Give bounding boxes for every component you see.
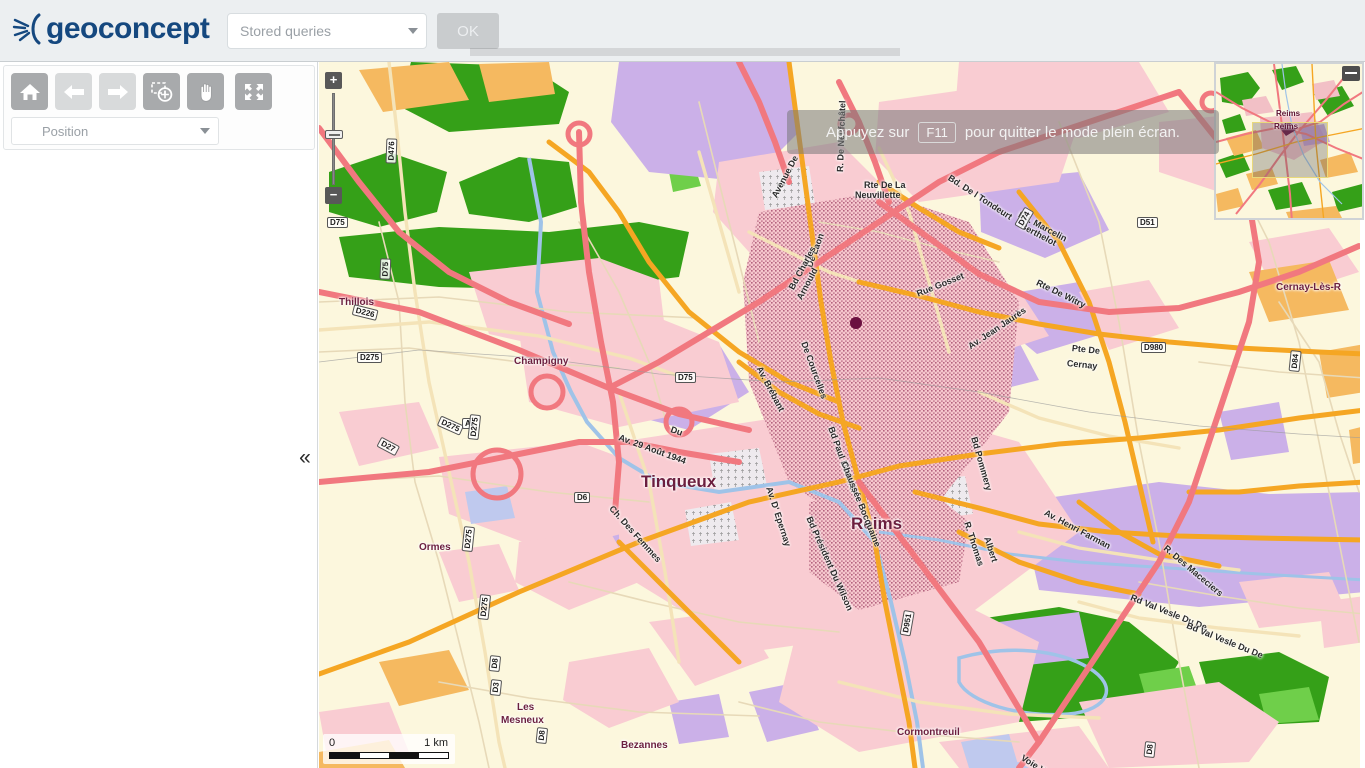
zoom-rectangle-button[interactable] (143, 73, 180, 110)
overview-minimap[interactable]: Reims Reims (1214, 62, 1364, 220)
position-placeholder: Position (42, 123, 89, 139)
fullscreen-exit-banner: Appuyez sur F11 pour quitter le mode ple… (787, 110, 1219, 154)
geoconcept-map-application: geoconcept Stored queries OK Position « … (0, 0, 1365, 768)
zoom-rectangle-icon (150, 81, 172, 102)
stored-queries-placeholder: Stored queries (240, 23, 332, 39)
stored-queries-select[interactable]: Stored queries (227, 13, 427, 49)
header-drop-shadow (470, 48, 900, 56)
chevron-down-icon (200, 128, 210, 134)
map-graphics (319, 62, 1365, 768)
back-button[interactable] (55, 73, 92, 110)
home-icon (19, 83, 40, 100)
scale-segments (329, 752, 449, 759)
brand-name: geoconcept (46, 12, 210, 45)
minimap-label-1: Reims (1274, 122, 1299, 131)
scale-min-label: 0 (329, 737, 336, 749)
zoom-slider-thumb[interactable] (325, 130, 343, 139)
minimap-label-0: Reims (1276, 109, 1301, 118)
panel-collapse-handle[interactable]: « (294, 445, 316, 469)
scale-max-label: 1 km (424, 737, 448, 749)
pan-button[interactable] (187, 73, 224, 110)
left-side-panel: Position « (0, 62, 318, 768)
zoom-slider-control[interactable]: + − (325, 68, 351, 204)
selected-point-marker (850, 317, 862, 329)
ok-button[interactable]: OK (437, 13, 499, 49)
chevron-down-icon (408, 28, 418, 34)
minimap-collapse-button[interactable] (1342, 66, 1360, 81)
map-tools-row (11, 73, 272, 110)
map-scale-bar: 0 1 km (323, 734, 455, 764)
banner-key-f11: F11 (918, 121, 956, 143)
zoom-in-button[interactable]: + (325, 72, 342, 89)
zoom-slider-track[interactable] (332, 93, 335, 185)
fullscreen-button[interactable] (235, 73, 272, 110)
zoom-out-button[interactable]: − (325, 187, 342, 204)
hand-icon (200, 82, 212, 102)
expand-arrows-icon (244, 83, 263, 100)
banner-text-before: Appuyez sur (826, 123, 910, 141)
brand-logo: geoconcept (12, 12, 210, 46)
arrow-right-icon (107, 84, 128, 99)
forward-button[interactable] (99, 73, 136, 110)
app-header: geoconcept Stored queries OK (0, 0, 1365, 62)
position-select[interactable]: Position (11, 117, 219, 145)
home-button[interactable] (11, 73, 48, 110)
geoconcept-logo-icon (12, 13, 41, 45)
map-canvas[interactable]: + − 0 1 km Thillois Champigny Tinqueux Orme… (319, 62, 1365, 768)
banner-text-after: pour quitter le mode plein écran. (964, 123, 1180, 141)
arrow-left-icon (63, 84, 84, 99)
map-tools-card: Position (3, 65, 315, 150)
